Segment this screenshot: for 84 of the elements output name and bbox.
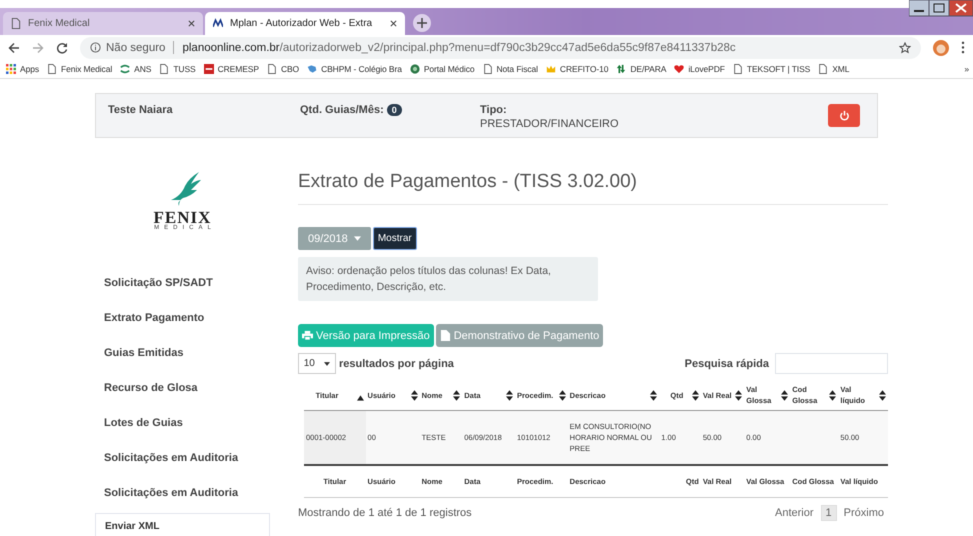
sort-icon xyxy=(879,390,886,400)
reload-icon[interactable] xyxy=(56,42,68,54)
close-icon[interactable] xyxy=(390,20,397,27)
sidebar-item[interactable]: Extrato Pagamento xyxy=(95,301,270,336)
sidebar-item[interactable]: Solicitação SP/SADT xyxy=(95,266,270,301)
search-label: Pesquisa rápida xyxy=(684,358,769,370)
page-size-select[interactable]: 10 xyxy=(298,353,336,374)
pagination-link[interactable]: Anterior xyxy=(771,506,818,520)
user-name: Teste Naiara xyxy=(108,104,174,116)
tipo-label: Tipo: xyxy=(480,104,508,116)
notice-text: Aviso: ordenação pelos títulos das colunas! Ex Data, Procedimento, Descrição, etc. xyxy=(298,257,598,301)
logo-icon xyxy=(213,18,223,29)
apps-icon xyxy=(6,64,16,74)
close-icon[interactable] xyxy=(188,20,195,27)
caret-icon xyxy=(354,236,361,242)
sort-icon xyxy=(650,390,658,400)
guias-label: Qtd. Guias/Mês: xyxy=(300,104,384,116)
sort-icon xyxy=(453,390,460,400)
sidebar-item[interactable]: Recurso de Glosa xyxy=(95,371,270,406)
sidebar-item[interactable]: Lotes de Guias xyxy=(95,406,270,441)
browser-tab[interactable]: Fenix Medical xyxy=(3,12,203,35)
crown-icon xyxy=(546,64,556,74)
sort-ascending-icon xyxy=(356,395,364,401)
logout-button[interactable] xyxy=(828,104,860,127)
bookmark[interactable]: CREMESP xyxy=(204,64,259,74)
pagination-link[interactable]: 1 xyxy=(820,505,837,521)
more-bookmarks[interactable]: » xyxy=(964,64,969,74)
heart-icon xyxy=(674,64,684,74)
crm-icon xyxy=(204,64,214,74)
page-icon xyxy=(818,64,828,74)
records-info: Mostrando de 1 até 1 de 1 registros xyxy=(298,507,472,519)
star-icon[interactable] xyxy=(899,42,911,54)
printer-icon xyxy=(302,330,313,341)
sidebar-item[interactable]: Enviar XML xyxy=(95,513,270,536)
bookmark[interactable]: TEKSOFT | TISS xyxy=(732,64,810,74)
bookmark[interactable]: CBO xyxy=(266,64,300,74)
back-icon[interactable] xyxy=(8,42,20,54)
page-icon xyxy=(11,18,21,29)
power-icon xyxy=(838,110,850,121)
sort-icon xyxy=(781,390,788,400)
bookmark[interactable]: Nota Fiscal xyxy=(482,64,538,74)
sidebar-item[interactable]: Solicitações em Auditoria xyxy=(95,476,270,511)
sidebar-item[interactable]: Guias Emitidas xyxy=(95,336,270,371)
page-icon xyxy=(482,64,492,74)
bookmark[interactable]: TUSS xyxy=(159,64,196,74)
search-field[interactable] xyxy=(775,353,888,374)
new-tab-icon[interactable] xyxy=(413,14,431,32)
browser-tab[interactable]: Mplan - Autorizador Web - Extra xyxy=(205,12,405,35)
bookmark[interactable]: XML xyxy=(818,64,850,74)
sort-icon xyxy=(829,390,836,400)
page-icon xyxy=(159,64,170,74)
page-icon xyxy=(732,64,743,74)
bookmark[interactable]: Apps xyxy=(6,64,39,74)
window-controls-icon[interactable] xyxy=(909,0,973,18)
sort-icon xyxy=(558,390,566,400)
address-bar[interactable]: Não seguro planoonline.com.br/autorizadorweb_v2/principal.php?menu=df790c3b29cc47ad5e6da55c9f87e8411337b28c xyxy=(80,36,921,58)
bookmark[interactable]: Fenix Medical xyxy=(46,64,112,74)
bookmark[interactable]: DE/PARA xyxy=(616,64,666,74)
sort-icon xyxy=(506,390,513,400)
pagination-link[interactable]: Próximo xyxy=(840,506,888,520)
sort-icon xyxy=(692,390,699,400)
count-badge: 0 xyxy=(386,104,402,116)
page-size-label: resultados por página xyxy=(339,358,454,370)
tipo-value: PRESTADOR/FINANCEIRO xyxy=(480,118,620,130)
avatar-icon[interactable] xyxy=(933,40,949,56)
sidebar-item[interactable]: Solicitações em Auditoria xyxy=(95,441,270,476)
menu-icon[interactable] xyxy=(961,41,965,54)
bookmark[interactable]: iLovePDF xyxy=(674,64,725,74)
page-icon xyxy=(266,64,277,74)
info-icon xyxy=(90,42,101,53)
bookmark[interactable]: Portal Médico xyxy=(410,64,474,74)
logo-name: FENIX xyxy=(154,210,212,225)
swirl-icon xyxy=(120,64,130,74)
show-button[interactable]: Mostrar xyxy=(372,227,417,250)
caret-icon xyxy=(324,362,330,366)
bookmark[interactable]: CREFITO-10 xyxy=(546,64,608,74)
sort-icon xyxy=(410,390,418,400)
page-icon xyxy=(46,64,57,74)
document-icon xyxy=(440,330,451,341)
page-title: Extrato de Pagamentos - (TISS 3.02.00) xyxy=(298,171,638,194)
arrows-icon xyxy=(616,64,626,74)
sort-icon xyxy=(735,390,742,400)
bookmark[interactable]: ANS xyxy=(120,64,152,74)
bookmark[interactable]: CBHPM - Colégio Bra xyxy=(307,64,402,74)
